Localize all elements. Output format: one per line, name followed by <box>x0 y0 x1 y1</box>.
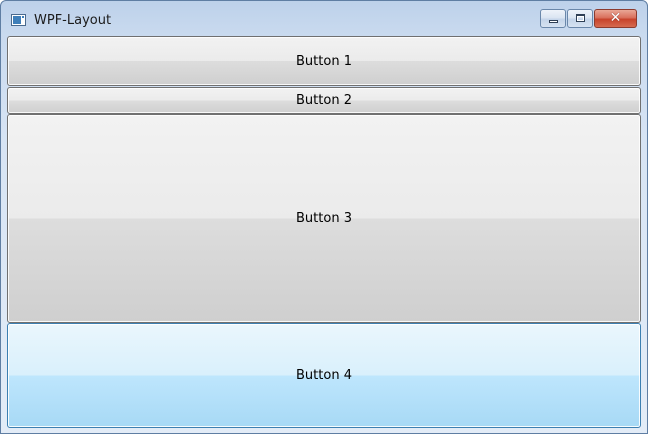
app-window-icon[interactable] <box>11 14 26 26</box>
close-icon: ✕ <box>609 10 622 26</box>
button-4-label: Button 4 <box>296 368 352 383</box>
button-2-label: Button 2 <box>296 93 352 108</box>
button-3[interactable]: Button 3 <box>7 114 641 323</box>
maximize-button[interactable] <box>567 9 593 28</box>
button-2[interactable]: Button 2 <box>7 87 641 114</box>
title-bar[interactable]: WPF-Layout ✕ <box>1 1 647 35</box>
close-button[interactable]: ✕ <box>594 9 637 28</box>
minimize-button[interactable] <box>540 9 566 28</box>
caption-buttons: ✕ <box>539 9 637 31</box>
button-4[interactable]: Button 4 <box>7 323 641 428</box>
client-area: Button 1 Button 2 Button 3 Button 4 <box>7 36 642 428</box>
window-title: WPF-Layout <box>34 13 112 28</box>
maximize-icon <box>576 14 585 22</box>
button-1[interactable]: Button 1 <box>7 36 641 86</box>
button-1-label: Button 1 <box>296 53 352 69</box>
app-window: WPF-Layout ✕ Button 1 Button 2 Button 3 … <box>0 0 648 434</box>
minimize-icon <box>549 20 558 23</box>
button-3-label: Button 3 <box>296 211 352 226</box>
